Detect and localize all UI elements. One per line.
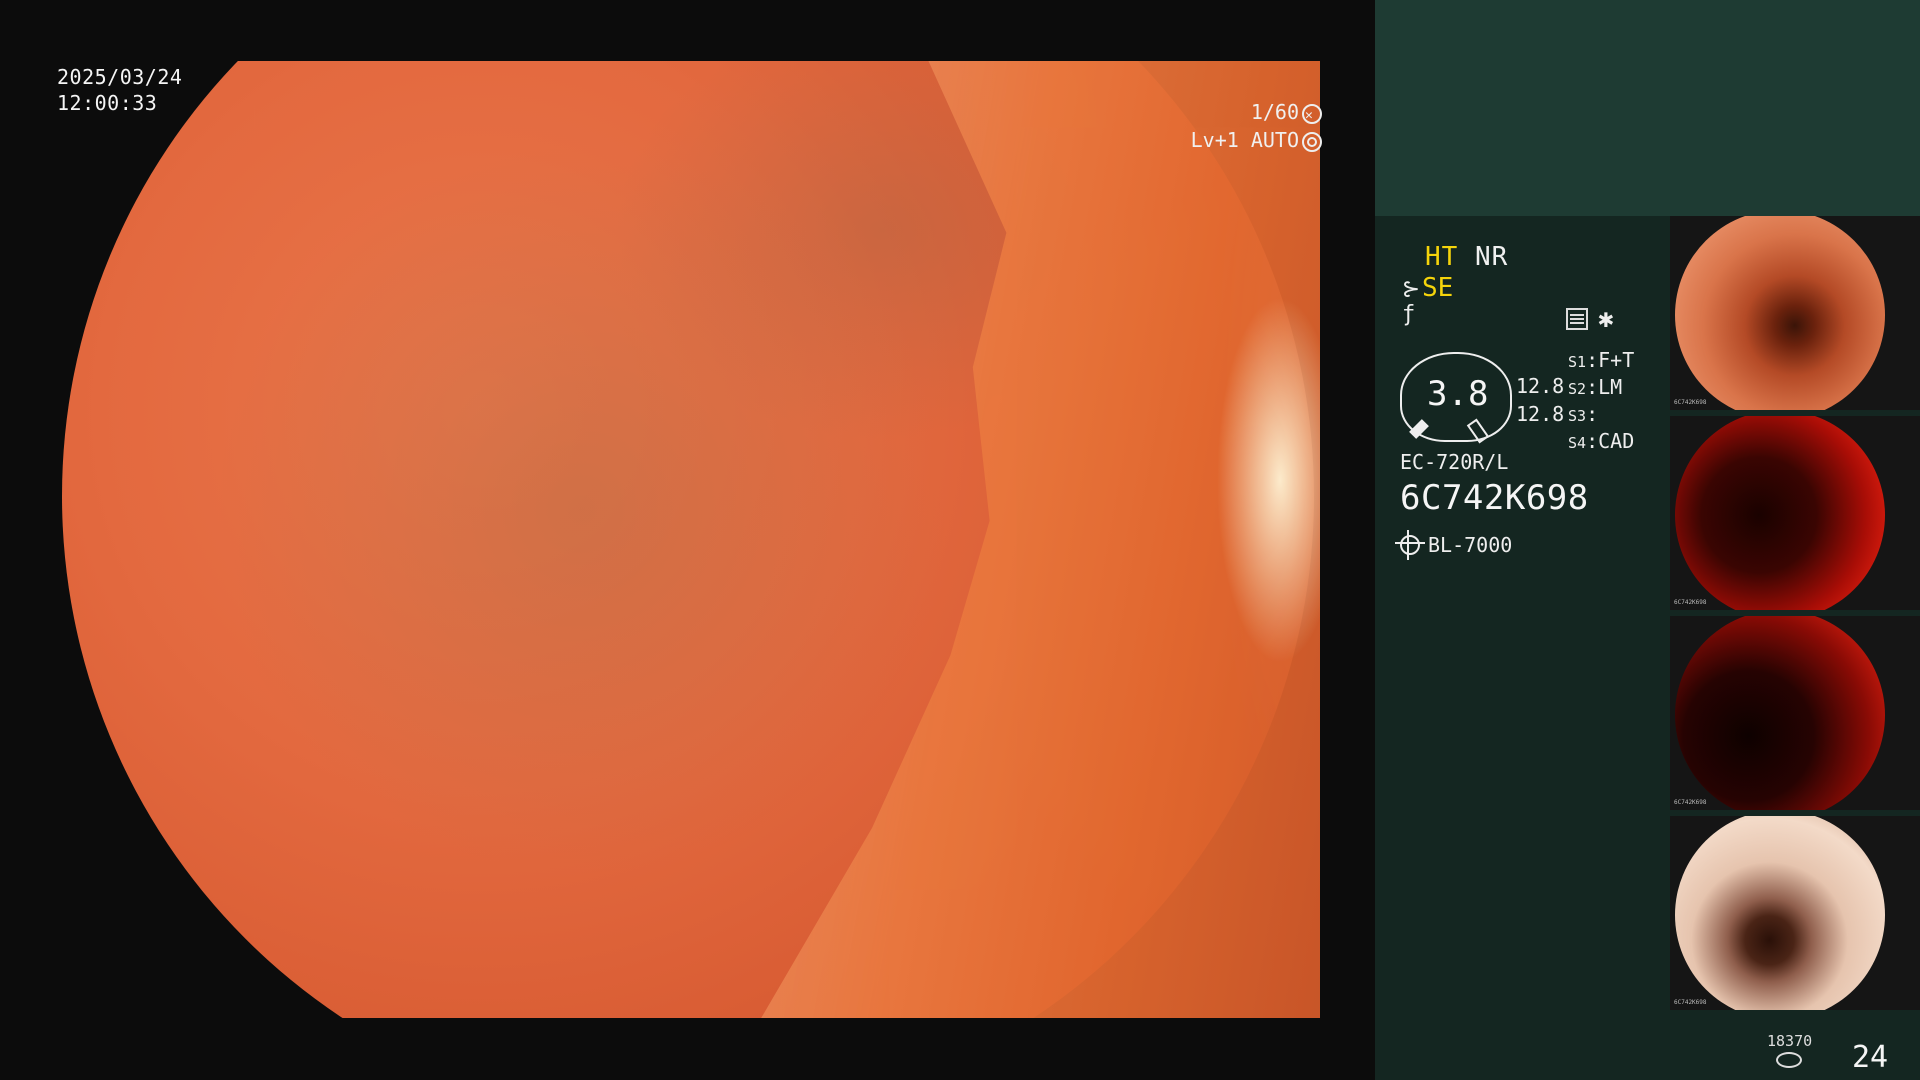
dial-value: 3.8 — [1427, 374, 1489, 414]
mode-ht-nr: HT NR — [1425, 242, 1508, 272]
mode-ht: HT — [1425, 242, 1459, 272]
s1-label: S1 — [1568, 353, 1587, 371]
numeric-readouts: 12.8 12.8 — [1516, 372, 1564, 428]
exposure-readout: 1/60 Lv+1 AUTO — [1190, 98, 1322, 154]
thumbnail-serial: 6C742K698 — [1674, 999, 1707, 1006]
scope-serial: 6C742K698 — [1400, 478, 1589, 518]
s2-label: S2 — [1568, 380, 1587, 398]
thumbnail-image — [1675, 416, 1885, 610]
switch-assignments: S1:F+T S2:LM S3: S4:CAD — [1568, 348, 1635, 453]
iris-icon — [1302, 131, 1322, 152]
mode-nr: NR — [1474, 242, 1509, 272]
thumbnail-1[interactable]: 6C742K698 — [1670, 216, 1920, 410]
capture-count: 24 — [1852, 1040, 1889, 1075]
thumbnail-2[interactable]: 6C742K698 — [1670, 416, 1920, 610]
num-bottom: 12.8 — [1516, 402, 1565, 426]
storage-icon — [1776, 1052, 1802, 1068]
thumbnail-3[interactable]: 6C742K698 — [1670, 616, 1920, 810]
mode-se: SE — [1422, 273, 1454, 303]
top-mask — [0, 0, 1375, 61]
s3-label: S3 — [1568, 407, 1587, 425]
capture-thumbnails: 6C742K698 6C742K698 6C742K698 6C742K698 — [1670, 216, 1920, 1016]
structure-enhance-icon: ⊱ — [1401, 277, 1421, 302]
iris-text: AUTO — [1250, 128, 1299, 152]
storage-counter: 18370 — [1767, 1032, 1813, 1050]
num-top: 12.8 — [1516, 374, 1565, 398]
color-mode-icon: ƒ — [1402, 302, 1416, 327]
mode-se-row: ⊱SE — [1400, 273, 1454, 303]
s4-label: S4 — [1568, 434, 1587, 452]
bottom-mask — [0, 1018, 1375, 1080]
thumbnail-image — [1675, 816, 1885, 1010]
thumbnail-serial: 6C742K698 — [1674, 399, 1707, 406]
s4-value: CAD — [1598, 429, 1635, 453]
thumbnail-serial: 6C742K698 — [1674, 799, 1707, 806]
thumbnail-image — [1675, 616, 1885, 810]
thumbnail-serial: 6C742K698 — [1674, 599, 1707, 606]
light-source-text: BL-7000 — [1428, 533, 1513, 557]
thumbnail-image — [1675, 216, 1885, 410]
time-text: 12:00:33 — [57, 91, 158, 115]
star-icon: ✱ — [1598, 304, 1614, 334]
scope-model: EC-720R/L — [1400, 450, 1509, 474]
thumbnail-4[interactable]: 6C742K698 — [1670, 816, 1920, 1010]
date-text: 2025/03/24 — [57, 65, 183, 89]
level-text: Lv+1 — [1190, 128, 1239, 152]
s2-value: LM — [1598, 375, 1623, 399]
menu-grid-icon — [1566, 308, 1588, 330]
s1-value: F+T — [1598, 348, 1635, 372]
endoscope-view: 2025/03/24 12:00:33 1/60 Lv+1 AUTO — [0, 0, 1375, 1080]
datetime-readout: 2025/03/24 12:00:33 — [57, 64, 182, 116]
shutter-icon — [1302, 102, 1322, 130]
panel-header — [1375, 0, 1920, 216]
light-icon — [1395, 530, 1425, 560]
light-source: BL-7000 — [1395, 530, 1513, 560]
shutter-text: 1/60 — [1250, 100, 1299, 124]
